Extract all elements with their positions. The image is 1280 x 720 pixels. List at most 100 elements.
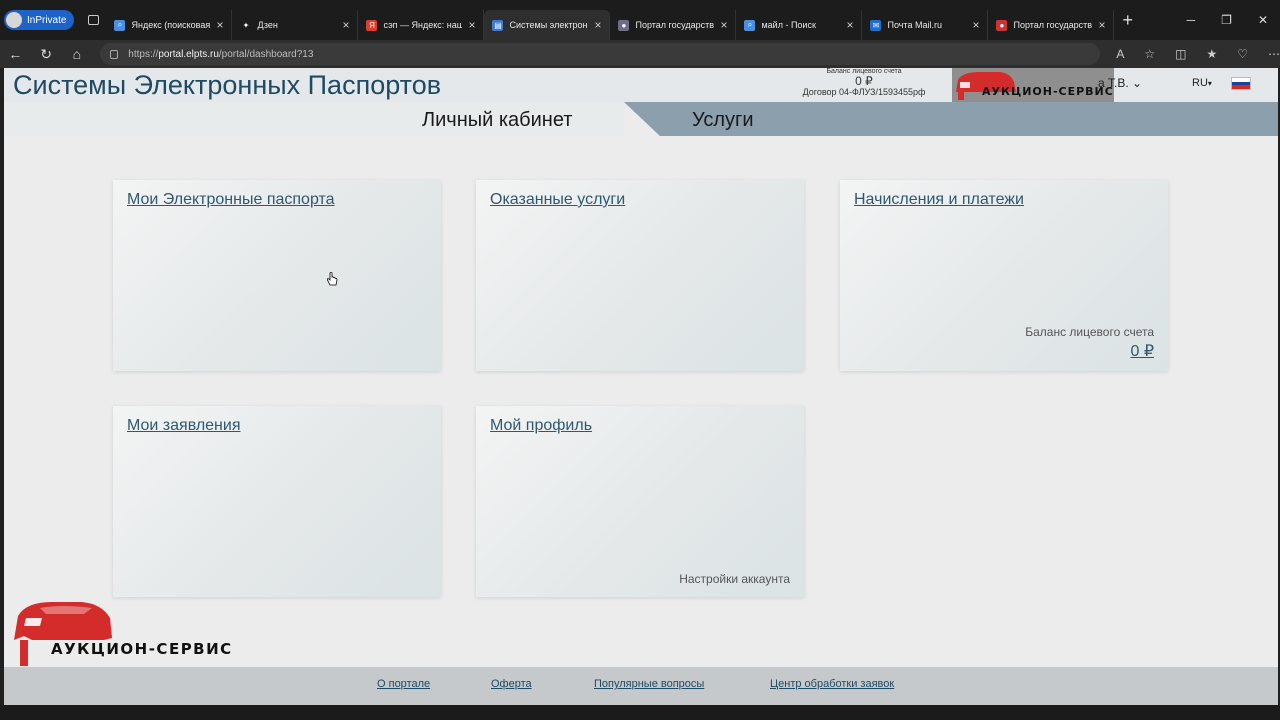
browser-tab[interactable]: ⌕ Яндекс (поисковая с × <box>106 10 233 40</box>
language-code: RU <box>1192 77 1208 89</box>
minimize-icon[interactable]: ─ <box>1187 13 1196 27</box>
footer-link-about[interactable]: О портале <box>377 678 430 690</box>
account-settings-link[interactable]: Настройки аккаунта <box>679 572 790 586</box>
url-field[interactable]: https://portal.elpts.ru/portal/dashboard… <box>100 43 1101 65</box>
address-bar-actions: A ☆ ◫ ★ ♡ ⋯ <box>1116 47 1280 61</box>
tab-services[interactable]: Услуги <box>692 109 754 132</box>
browser-tab-title: Системы электронны <box>509 20 588 30</box>
card-my-profile[interactable]: Мой профиль Настройки аккаунта <box>476 406 804 597</box>
caret-down-icon: ▾ <box>1207 79 1212 88</box>
browser-tab-title: сэп — Яндекс: нашл <box>383 20 463 30</box>
user-menu[interactable]: а Т.В. ⌄ <box>1098 76 1142 90</box>
close-tab-icon[interactable]: × <box>720 18 727 32</box>
close-window-icon[interactable]: ✕ <box>1258 13 1268 27</box>
russia-flag-icon[interactable] <box>1231 77 1251 90</box>
url-prefix: https:// <box>128 48 159 60</box>
favorite-star-icon[interactable]: ☆ <box>1144 47 1155 61</box>
card-my-passports[interactable]: Мои Электронные паспорта <box>113 180 441 371</box>
language-selector[interactable]: RU▾ <box>1192 77 1212 89</box>
footer-link-offer[interactable]: Оферта <box>491 678 532 690</box>
browser-tab-title: майл - Поиск <box>761 20 816 30</box>
globe-icon: ● <box>618 19 630 31</box>
read-aloud-icon[interactable]: A <box>1116 47 1124 61</box>
zen-icon: ✦ <box>240 19 252 31</box>
lock-icon <box>110 49 119 59</box>
close-tab-icon[interactable]: × <box>594 18 601 32</box>
card-title-profile[interactable]: Мой профиль <box>490 417 592 435</box>
site-title[interactable]: Системы Электронных Паспортов <box>13 70 441 101</box>
browser-tab[interactable]: ✦ Дзен × <box>232 10 359 40</box>
split-screen-icon[interactable]: ◫ <box>1175 47 1186 61</box>
card-title-services[interactable]: Оказанные услуги <box>490 191 625 209</box>
flag-icon: ● <box>996 19 1008 31</box>
close-tab-icon[interactable]: × <box>972 18 979 32</box>
search-icon: ⌕ <box>744 19 756 31</box>
tab-strip: ⌕ Яндекс (поисковая с × ✦ Дзен × Ясэп — Яндекс… <box>106 0 1115 40</box>
close-tab-icon[interactable]: × <box>342 18 349 32</box>
card-title-payments[interactable]: Начисления и платежи <box>854 191 1024 209</box>
card-balance-value[interactable]: 0 ₽ <box>1130 341 1154 361</box>
browser-tab-title: Портал государствен <box>635 20 714 30</box>
health-icon[interactable]: ♡ <box>1237 47 1248 61</box>
svg-text:АУКЦИОН-СЕРВИС: АУКЦИОН-СЕРВИС <box>982 85 1114 98</box>
back-icon[interactable]: ← <box>0 46 31 62</box>
browser-tab-bar: InPrivate ⌕ Яндекс (поисковая с × ✦ Дзен × Ясэ… <box>0 0 1280 40</box>
browser-tab-title: Почта Mail.ru <box>887 20 942 30</box>
close-tab-icon[interactable]: × <box>468 18 475 32</box>
inprivate-badge[interactable]: InPrivate <box>4 10 75 30</box>
url-host: portal.elpts.ru <box>158 48 219 60</box>
balance-value: 0 ₽ <box>855 74 873 88</box>
card-provided-services[interactable]: Оказанные услуги <box>476 180 804 371</box>
inprivate-label: InPrivate <box>27 14 67 26</box>
profile-avatar <box>6 12 22 28</box>
main-nav: Личный кабинет Услуги <box>4 102 1278 136</box>
bottom-edge <box>0 705 1280 720</box>
browser-tab[interactable]: ● Портал государствен × <box>988 10 1115 40</box>
watermark-text: АУКЦИОН-СЕРВИС <box>51 640 233 658</box>
more-icon[interactable]: ⋯ <box>1268 47 1280 61</box>
address-bar-row: ← ↻ ⌂ https://portal.elpts.ru/portal/das… <box>0 40 1280 68</box>
browser-tab[interactable]: ● Портал государствен × <box>610 10 737 40</box>
browser-tab-title: Портал государствен <box>1013 20 1092 30</box>
page-icon: ▤ <box>492 19 504 31</box>
page-footer: О портале Оферта Популярные вопросы Цент… <box>4 667 1278 705</box>
card-title-applications[interactable]: Мои заявления <box>127 417 241 435</box>
header-balance: Баланс лицевого счета 0 ₽ Договор 04-ФЛУ… <box>784 68 944 97</box>
home-icon[interactable]: ⌂ <box>62 46 93 62</box>
browser-tab-title: Яндекс (поисковая с <box>131 20 211 30</box>
browser-tab[interactable]: ⌕ майл - Поиск × <box>736 10 863 40</box>
auction-service-car-icon <box>14 602 112 666</box>
close-tab-icon[interactable]: × <box>216 18 223 32</box>
close-tab-icon[interactable]: × <box>1098 18 1105 32</box>
browser-tab-title: Дзен <box>257 20 278 30</box>
url-path: /portal/dashboard?13 <box>218 48 314 60</box>
search-icon: ⌕ <box>114 19 126 31</box>
chevron-down-icon: ⌄ <box>1132 76 1143 90</box>
card-charges-payments[interactable]: Начисления и платежи Баланс лицевого сче… <box>840 180 1168 371</box>
new-tab-button[interactable]: + <box>1122 10 1133 31</box>
browser-tab[interactable]: Ясэп — Яндекс: нашл × <box>358 10 485 40</box>
footer-link-faq[interactable]: Популярные вопросы <box>594 678 704 690</box>
browser-tab[interactable]: ✉ Почта Mail.ru × <box>862 10 989 40</box>
favorites-icon[interactable]: ★ <box>1206 47 1217 61</box>
reload-icon[interactable]: ↻ <box>31 46 62 63</box>
mail-icon: ✉ <box>870 19 882 31</box>
auction-service-logo-icon: АУКЦИОН-СЕРВИС <box>956 72 1114 100</box>
maximize-icon[interactable]: ❐ <box>1221 13 1232 27</box>
tab-actions-icon[interactable] <box>80 7 106 33</box>
page-header: Системы Электронных Паспортов Баланс лиц… <box>4 68 1278 102</box>
contract-number: Договор 04-ФЛУЗ/1593455рф <box>802 87 926 97</box>
window-controls: ─ ❐ ✕ <box>1187 13 1268 27</box>
close-tab-icon[interactable]: × <box>846 18 853 32</box>
hand-cursor-icon <box>327 272 338 286</box>
watermark-bottom: АУКЦИОН-СЕРВИС <box>12 598 272 668</box>
card-title-passports[interactable]: Мои Электронные паспорта <box>127 191 335 209</box>
yandex-icon: Я <box>366 19 378 31</box>
user-name: а Т.В. <box>1098 76 1129 90</box>
browser-tab[interactable]: ▤ Системы электронны × <box>484 10 611 40</box>
card-my-applications[interactable]: Мои заявления <box>113 406 441 597</box>
card-balance-label: Баланс лицевого счета <box>1025 325 1154 339</box>
web-page: Системы Электронных Паспортов Баланс лиц… <box>4 68 1278 705</box>
footer-link-center[interactable]: Центр обработки заявок <box>770 678 894 690</box>
tab-cabinet[interactable]: Личный кабинет <box>422 109 572 132</box>
